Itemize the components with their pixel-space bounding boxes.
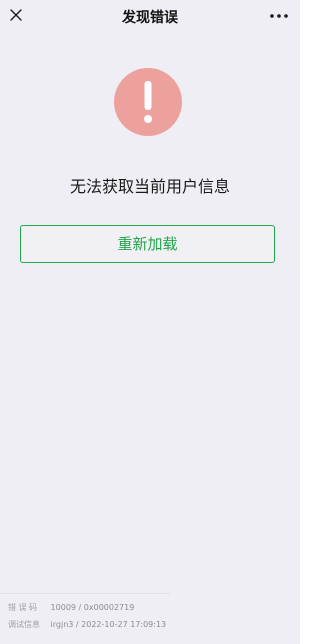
divider: [0, 593, 170, 594]
debug-info-label: 调试信息: [8, 620, 40, 629]
debug-info-row: 调试信息 irgjn3 / 2022-10-27 17:09:13: [8, 620, 166, 630]
debug-info-value: irgjn3 / 2022-10-27 17:09:13: [50, 620, 167, 629]
more-icon[interactable]: [266, 6, 292, 26]
error-code-row: 错误码 10009 / 0x00002719: [8, 603, 134, 613]
exclamation-icon: [114, 68, 182, 136]
error-screen: 发现错误 无法获取当前用户信息 重新加载 错误码 10009 / 0x00002…: [0, 0, 300, 644]
reload-button[interactable]: 重新加载: [20, 225, 275, 263]
error-message: 无法获取当前用户信息: [69, 177, 230, 196]
page-title: 发现错误: [122, 10, 178, 26]
navigation-bar: 发现错误: [0, 0, 300, 33]
error-code-value: 10009 / 0x00002719: [50, 603, 135, 612]
error-code-label: 错误码: [8, 603, 40, 612]
